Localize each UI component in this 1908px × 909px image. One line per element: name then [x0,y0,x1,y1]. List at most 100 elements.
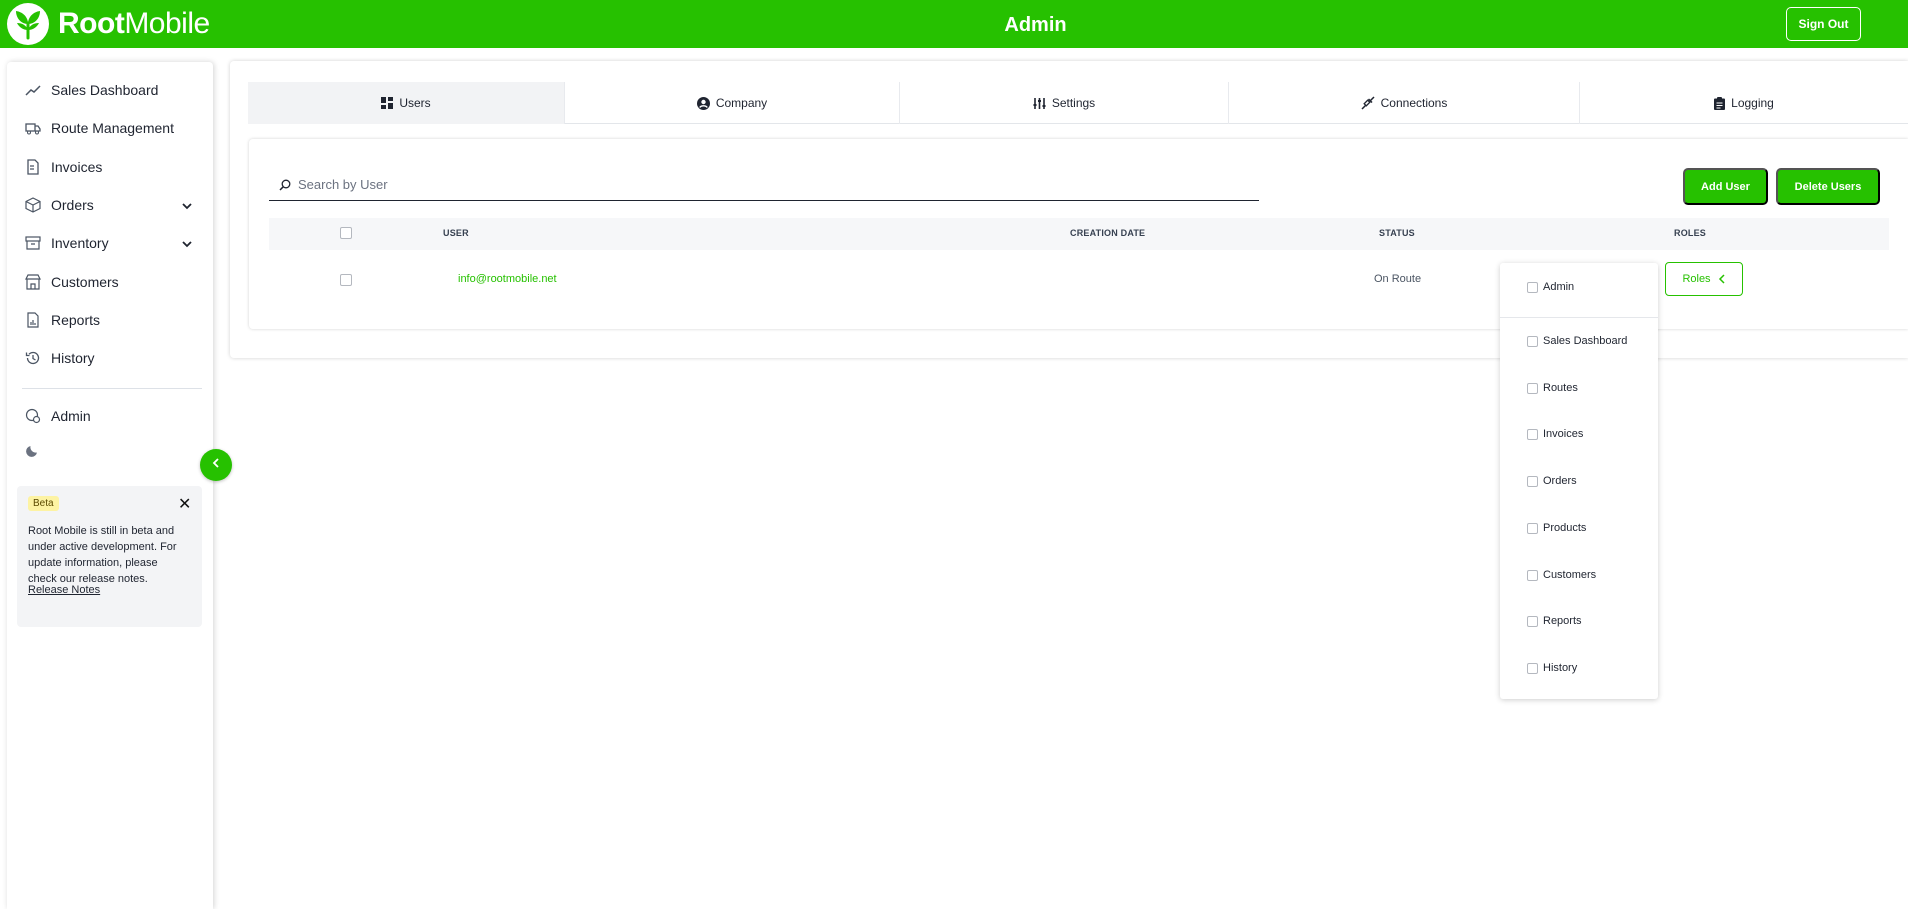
report-icon [25,312,41,328]
role-option-reports[interactable]: Reports [1527,615,1582,627]
beta-notice: Beta ✕ Root Mobile is still in beta and … [17,486,202,627]
sidebar-item-label: Admin [51,408,91,424]
role-label: Routes [1543,382,1578,394]
role-option-admin[interactable]: Admin [1527,281,1574,293]
archive-icon [25,235,41,251]
search-input[interactable] [298,177,1198,192]
role-checkbox[interactable] [1527,475,1538,487]
sidebar-collapse-button[interactable] [200,449,232,481]
column-header-user: USER [443,228,469,238]
column-header-roles: ROLES [1674,228,1707,238]
add-user-button[interactable]: Add User [1683,168,1768,205]
role-label: Orders [1543,475,1577,487]
clipboard-icon [1714,96,1726,110]
role-option-products[interactable]: Products [1527,522,1586,534]
tab-label: Company [715,96,768,110]
page-title: Admin [1004,14,1067,36]
tab-label: Logging [1731,96,1774,110]
role-checkbox[interactable] [1527,662,1538,674]
sidebar-item-label: Reports [51,312,101,328]
chevron-left-icon [1718,274,1726,284]
delete-users-button[interactable]: Delete Users [1776,168,1880,205]
role-label: Invoices [1543,428,1584,440]
sidebar-item-history[interactable]: History [7,342,213,374]
select-all-checkbox[interactable] [340,227,352,239]
sidebar-item-label: Sales Dashboard [51,82,159,98]
role-option-history[interactable]: History [1527,662,1577,674]
chevron-down-icon[interactable] [181,199,193,215]
row-select-checkbox[interactable] [340,274,352,286]
roles-button-label: Roles [1682,273,1711,285]
tab-users[interactable]: Users [248,82,565,124]
sidebar-item-label: Invoices [51,159,103,175]
user-status: On Route [1374,273,1422,285]
sidebar-item-label: Customers [51,274,119,290]
box-icon [25,197,41,213]
role-option-orders[interactable]: Orders [1527,475,1577,487]
tab-label: Users [399,96,431,110]
role-label: Customers [1543,569,1597,581]
sidebar-item-route-management[interactable]: Route Management [7,112,213,144]
role-checkbox[interactable] [1527,615,1538,627]
sidebar-item-orders[interactable]: Orders [7,189,213,221]
admin-gear-icon [25,408,41,424]
history-icon [25,350,41,366]
column-header-creation-date: CREATION DATE [1070,228,1146,238]
sidebar-item-inventory[interactable]: Inventory [7,227,213,259]
tab-connections[interactable]: Connections [1229,82,1580,124]
sidebar-item-sales-dashboard[interactable]: Sales Dashboard [7,74,213,106]
sidebar-item-label: Inventory [51,235,109,251]
user-circle-icon [696,96,710,110]
moon-icon [25,442,41,458]
role-label: Admin [1543,281,1575,293]
role-checkbox[interactable] [1527,382,1538,394]
release-notes-link[interactable]: Release Notes [28,584,100,596]
role-option-sales-dashboard[interactable]: Sales Dashboard [1527,335,1627,347]
chevron-left-icon [210,456,222,474]
tab-logging[interactable]: Logging [1580,82,1908,124]
role-label: History [1543,662,1578,674]
sidebar-item-label: History [51,350,95,366]
role-label: Products [1543,522,1587,534]
role-label: Sales Dashboard [1543,335,1628,347]
user-email-link[interactable]: info@rootmobile.net [458,273,557,285]
sidebar-item-invoices[interactable]: Invoices [7,151,213,183]
column-header-status: STATUS [1379,228,1415,238]
trend-line-icon [25,82,41,98]
chevron-down-icon[interactable] [181,237,193,253]
beta-message: Root Mobile is still in beta and under a… [28,525,177,585]
role-checkbox[interactable] [1527,281,1538,293]
sidebar-item-reports[interactable]: Reports [7,304,213,336]
sidebar-divider [22,388,202,389]
role-option-routes[interactable]: Routes [1527,382,1578,394]
dark-mode-toggle[interactable] [7,434,213,466]
tab-settings[interactable]: Settings [900,82,1229,124]
sidebar: Sales Dashboard Route Management Invoice… [7,62,213,909]
sidebar-item-customers[interactable]: Customers [7,266,213,298]
sliders-icon [1033,97,1046,110]
top-header: RootMobile Admin Sign Out [0,0,1908,48]
plug-icon [1361,96,1375,110]
tab-label: Settings [1051,96,1096,110]
truck-icon [25,120,41,136]
roles-dropdown-button[interactable]: Roles [1665,262,1743,296]
menu-divider [1500,317,1658,318]
sidebar-item-admin[interactable]: Admin [7,400,213,432]
tab-label: Connections [1380,96,1448,110]
role-option-invoices[interactable]: Invoices [1527,428,1583,440]
role-option-customers[interactable]: Customers [1527,569,1596,581]
admin-tabs: Users Company Settings Connections Loggi… [248,82,1908,124]
role-checkbox[interactable] [1527,428,1538,440]
tab-company[interactable]: Company [565,82,900,124]
beta-badge: Beta [28,496,59,511]
dashboard-grid-icon [381,97,394,109]
sidebar-item-label: Route Management [51,120,174,136]
role-label: Reports [1543,615,1582,627]
close-icon[interactable]: ✕ [178,497,191,513]
role-checkbox[interactable] [1527,335,1538,347]
role-checkbox[interactable] [1527,522,1538,534]
sign-out-button[interactable]: Sign Out [1786,7,1861,41]
role-checkbox[interactable] [1527,569,1538,581]
table-header: USER CREATION DATE STATUS ROLES [269,218,1889,250]
roles-menu: Admin Sales Dashboard Routes Invoices Or… [1500,263,1658,699]
